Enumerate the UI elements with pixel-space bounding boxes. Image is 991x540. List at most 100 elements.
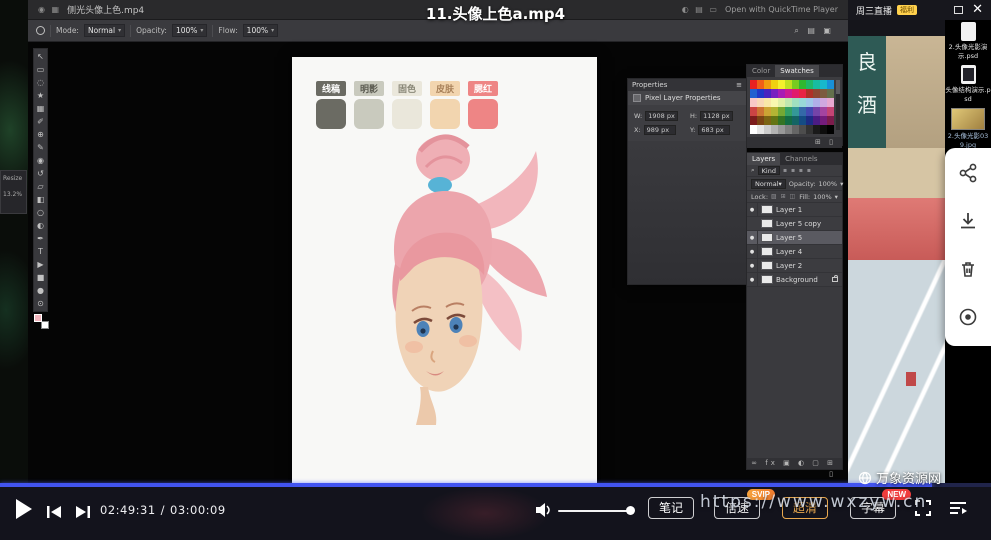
swatch-color[interactable]: [771, 116, 778, 125]
zoom-tool[interactable]: ⊙: [34, 297, 47, 310]
swatch-color[interactable]: [771, 89, 778, 98]
swatch-color[interactable]: [750, 89, 757, 98]
quality-button[interactable]: 超清: [782, 497, 828, 519]
tab-color[interactable]: Color: [747, 65, 775, 77]
delete-button[interactable]: [957, 258, 979, 284]
visibility-toggle[interactable]: ●: [747, 231, 758, 245]
swatch-color[interactable]: [785, 107, 792, 116]
swatch-color[interactable]: [827, 98, 834, 107]
restore-window-icon[interactable]: [954, 6, 963, 14]
layer-row[interactable]: ●Layer 1: [747, 203, 842, 217]
swatch-color[interactable]: [771, 107, 778, 116]
layer-row[interactable]: Layer 5 copy: [747, 217, 842, 231]
swatch-color[interactable]: [806, 80, 813, 89]
swatch-color[interactable]: [806, 89, 813, 98]
quick-select-tool[interactable]: ★: [34, 89, 47, 102]
swatch-color[interactable]: [785, 125, 792, 134]
eyedropper-tool[interactable]: ✐: [34, 115, 47, 128]
swatch-color[interactable]: [785, 116, 792, 125]
layer-row[interactable]: ●Layer 4: [747, 245, 842, 259]
swatch-color[interactable]: [757, 107, 764, 116]
volume-slider[interactable]: [558, 510, 632, 512]
fill-value[interactable]: 100%: [813, 193, 832, 201]
layers-opacity-value[interactable]: 100%: [819, 180, 838, 188]
swatch-color[interactable]: [764, 80, 771, 89]
swatch-color[interactable]: [778, 107, 785, 116]
swatch-color[interactable]: [820, 98, 827, 107]
filter-type-icons[interactable]: ▪ ▪ ▪ ▪: [783, 167, 812, 174]
fullscreen-button[interactable]: [914, 499, 932, 521]
subtitle-button[interactable]: 字幕 NEW: [850, 497, 896, 519]
swatch-color[interactable]: [764, 116, 771, 125]
history-brush-tool[interactable]: ↺: [34, 167, 47, 180]
healing-tool[interactable]: ⊕: [34, 128, 47, 141]
playlist-button[interactable]: [948, 500, 968, 520]
download-button[interactable]: [957, 210, 979, 236]
volume-knob[interactable]: [626, 506, 635, 515]
shape-tool[interactable]: ■: [34, 271, 47, 284]
visibility-toggle[interactable]: ●: [747, 259, 758, 273]
swatch-color[interactable]: [785, 80, 792, 89]
path-select-tool[interactable]: ▶: [34, 258, 47, 271]
lasso-tool[interactable]: ◌: [34, 76, 47, 89]
swatch-color[interactable]: [827, 89, 834, 98]
swatch-color[interactable]: [820, 116, 827, 125]
swatch-color[interactable]: [799, 107, 806, 116]
tab-channels[interactable]: Channels: [780, 153, 822, 165]
move-tool[interactable]: ↖: [34, 50, 47, 63]
swatch-color[interactable]: [806, 98, 813, 107]
swatch-color[interactable]: [771, 80, 778, 89]
speed-button[interactable]: 倍速 SVIP: [714, 497, 760, 519]
swatch-color[interactable]: [813, 116, 820, 125]
swatch-color[interactable]: [799, 98, 806, 107]
swatch-color[interactable]: [764, 89, 771, 98]
swatch-color[interactable]: [799, 80, 806, 89]
sidebar-file-item[interactable]: 2.头像光影039.jpg: [945, 108, 991, 149]
swatch-color[interactable]: [820, 125, 827, 134]
play-button[interactable]: [14, 497, 34, 525]
next-button[interactable]: [74, 504, 91, 523]
dimension-field[interactable]: W:1908 px: [634, 111, 684, 121]
swatch-color[interactable]: [820, 80, 827, 89]
swatch-color[interactable]: [778, 116, 785, 125]
swatch-color[interactable]: [771, 125, 778, 134]
eraser-tool[interactable]: ▱: [34, 180, 47, 193]
visibility-toggle[interactable]: ●: [747, 245, 758, 259]
dimension-field[interactable]: Y:683 px: [690, 125, 740, 135]
swatch-color[interactable]: [792, 116, 799, 125]
dodge-tool[interactable]: ◐: [34, 219, 47, 232]
marquee-tool[interactable]: ▭: [34, 63, 47, 76]
notes-button[interactable]: 笔记: [648, 497, 694, 519]
foreground-background-colors[interactable]: [34, 314, 49, 329]
close-button[interactable]: ✕: [972, 0, 983, 20]
swatch-color[interactable]: [778, 80, 785, 89]
swatch-color[interactable]: [827, 80, 834, 89]
share-button[interactable]: [957, 162, 979, 188]
tab-swatches[interactable]: Swatches: [775, 65, 818, 77]
swatch-color[interactable]: [750, 107, 757, 116]
swatch-color[interactable]: [806, 116, 813, 125]
swatch-color[interactable]: [750, 98, 757, 107]
type-tool[interactable]: T: [34, 245, 47, 258]
swatch-color[interactable]: [799, 89, 806, 98]
scrollbar[interactable]: [836, 80, 840, 130]
swatch-color[interactable]: [757, 89, 764, 98]
swatch-color[interactable]: [757, 125, 764, 134]
swatch-color[interactable]: [827, 116, 834, 125]
layer-row[interactable]: ●Background: [747, 273, 842, 287]
flow-select[interactable]: 100%▾: [243, 24, 278, 37]
swatch-color[interactable]: [813, 89, 820, 98]
swatch-color[interactable]: [771, 98, 778, 107]
tab-layers[interactable]: Layers: [747, 153, 780, 165]
dimension-field[interactable]: X:989 px: [634, 125, 684, 135]
crop-tool[interactable]: ▦: [34, 102, 47, 115]
swatch-color[interactable]: [792, 125, 799, 134]
layer-row[interactable]: ●Layer 2: [747, 259, 842, 273]
swatch-color[interactable]: [750, 116, 757, 125]
panel-menu-icon[interactable]: ≡: [736, 79, 742, 91]
clone-stamp-tool[interactable]: ◉: [34, 154, 47, 167]
swatch-color[interactable]: [813, 98, 820, 107]
swatch-color[interactable]: [785, 89, 792, 98]
swatch-color[interactable]: [778, 89, 785, 98]
swatch-color[interactable]: [757, 116, 764, 125]
